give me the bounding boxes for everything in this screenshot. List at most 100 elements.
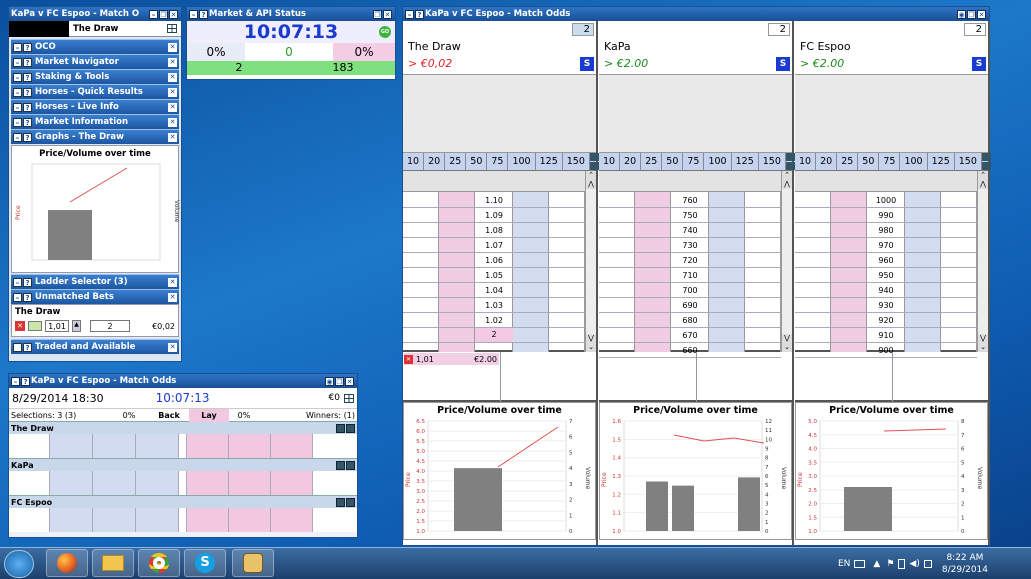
chart-icon[interactable] [346,423,355,433]
ladder-price[interactable]: 680 [671,313,709,328]
back-cell[interactable] [50,434,93,458]
scroll-down-icon[interactable]: ⋁ [782,334,792,343]
tray-time[interactable]: 8:22 AM [942,552,988,564]
lay-cell[interactable] [271,434,313,458]
close-icon[interactable]: ✕ [168,102,177,112]
scroll-down-icon[interactable]: ⋁ [978,334,988,343]
start-button[interactable] [4,550,34,578]
settings-button[interactable]: S [972,57,986,71]
stake-button[interactable]: 100 [900,153,928,170]
ladder-price[interactable]: 1.02 [475,313,513,328]
language-indicator[interactable]: EN [838,559,850,569]
stake-button[interactable]: 125 [928,153,955,170]
ladder-price[interactable]: 1.03 [475,298,513,313]
stake-button[interactable]: 50 [858,153,880,170]
grid-icon[interactable] [344,393,354,403]
minimize-icon[interactable]: – [189,9,198,19]
ladder-price[interactable]: 910 [867,328,905,343]
stake-button[interactable]: 10 [403,153,425,170]
ladder-price[interactable]: 740 [671,223,709,238]
ladder-price[interactable]: 990 [867,208,905,223]
tray-date[interactable]: 8/29/2014 [942,564,988,576]
back-cell[interactable] [136,508,179,532]
collapse-icon[interactable]: – [13,57,22,67]
collapse-icon[interactable]: – [13,132,22,142]
stake-button[interactable]: 150 [955,153,982,170]
ladder-price[interactable]: 720 [671,253,709,268]
ladder-price[interactable]: 1.04 [475,283,513,298]
help-icon[interactable]: ? [23,57,32,67]
section-traded[interactable]: ? Traded and Available ✕ [11,339,179,354]
ladder-price[interactable]: 1.10 [475,193,513,208]
bet-toggle[interactable] [28,321,42,331]
scroll-up-icon[interactable]: ⌃ [586,171,596,180]
restore-icon[interactable]: ❐ [159,9,168,19]
lay-cell[interactable] [229,508,271,532]
help-icon[interactable]: ? [23,87,32,97]
stake-button[interactable]: 50 [466,153,488,170]
collapse-icon[interactable]: – [13,72,22,82]
ladder-price[interactable]: 1.07 [475,238,513,253]
ladder-price[interactable]: 730 [671,238,709,253]
close-icon[interactable]: ✕ [168,292,177,302]
lay-cell[interactable] [271,508,313,532]
chart-icon[interactable] [336,460,345,470]
collapse-icon[interactable]: – [13,87,22,97]
ladder-price[interactable]: 960 [867,253,905,268]
firefox-taskbar-icon[interactable] [46,549,88,577]
close-icon[interactable]: ✕ [169,9,178,19]
stake-button[interactable]: 25 [837,153,859,170]
help-icon[interactable]: ? [23,277,32,287]
help-icon[interactable]: ? [23,42,32,52]
section-3[interactable]: – ? Horses - Quick Results ✕ [11,84,179,99]
section-0[interactable]: – ? OCO ✕ [11,39,179,54]
back-cell[interactable] [136,471,179,495]
back-cell[interactable] [93,471,136,495]
stake-button[interactable]: 10 [599,153,621,170]
stake-button[interactable]: 20 [620,153,642,170]
restore-icon[interactable]: ❐ [335,376,344,386]
help-icon[interactable]: ? [23,132,32,142]
settings-button[interactable]: S [580,57,594,71]
section-4[interactable]: – ? Horses - Live Info ✕ [11,99,179,114]
scroll-top-icon[interactable]: ⋀ [586,180,596,189]
help-icon[interactable]: ? [23,72,32,82]
close-icon[interactable]: ✕ [168,42,177,52]
back-cell[interactable] [93,434,136,458]
stake-button[interactable]: 10 [795,153,817,170]
close-icon[interactable]: ✕ [977,9,986,19]
stake-button[interactable]: 20 [424,153,446,170]
back-cell[interactable] [136,434,179,458]
network-icon[interactable] [923,560,932,568]
scroll-bottom-icon[interactable]: ⌄ [782,343,792,352]
ladder-price[interactable]: 950 [867,268,905,283]
close-icon[interactable]: ✕ [168,277,177,287]
close-icon[interactable]: ✕ [168,132,177,142]
section-5[interactable]: – ? Market Information ✕ [11,114,179,129]
stake-button[interactable]: 125 [536,153,563,170]
help-icon[interactable]: ? [415,9,424,19]
section-2[interactable]: – ? Staking & Tools ✕ [11,69,179,84]
chart-icon[interactable] [346,460,355,470]
back-cell[interactable] [93,508,136,532]
lay-cell[interactable] [187,508,229,532]
close-icon[interactable]: ✕ [168,342,177,352]
close-icon[interactable]: ✕ [168,57,177,67]
chart-icon[interactable] [785,153,795,161]
pin-icon[interactable]: ◉ [325,376,334,386]
ladder-price[interactable]: 920 [867,313,905,328]
stake-button[interactable]: 50 [662,153,684,170]
chart-icon[interactable] [589,153,599,161]
stake-button[interactable]: 125 [732,153,759,170]
help-icon[interactable]: ? [23,292,32,302]
scroll-down-icon[interactable]: ⋁ [586,334,596,343]
odds-stepper-icon[interactable]: ▲ [72,320,81,332]
chart-icon[interactable] [336,423,345,433]
left-panel-titlebar[interactable]: KaPa v FC Espoo - Match O – ❐ ✕ [9,7,181,21]
help-icon[interactable]: ? [23,102,32,112]
mini-runner-row[interactable]: KaPa [9,458,357,495]
scroll-up-icon[interactable]: ⌃ [978,171,988,180]
order-row[interactable]: ✕ 1,01 €2.00 [404,353,499,365]
grid-icon[interactable] [167,24,177,33]
chart-icon[interactable] [981,162,991,170]
